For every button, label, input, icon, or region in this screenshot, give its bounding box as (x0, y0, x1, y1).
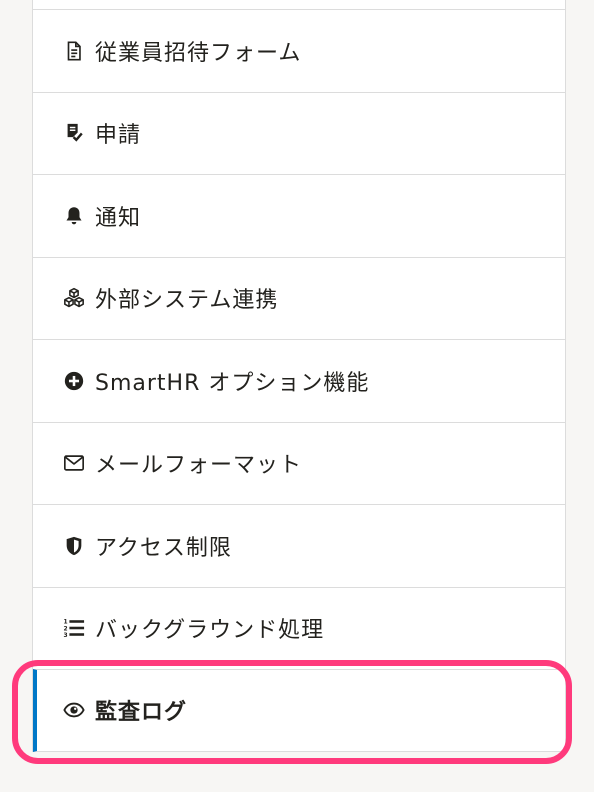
menu-item-label: 従業員招待フォーム (95, 40, 302, 66)
menu-item-label: メールフォーマット (95, 453, 303, 479)
svg-text:1: 1 (63, 619, 67, 626)
menu-item-audit-log[interactable]: 監査ログ (33, 669, 565, 752)
menu-item-employee-invite-form[interactable]: 従業員招待フォーム (33, 9, 565, 92)
bell-icon (62, 204, 86, 228)
menu-item-label: 通知 (95, 205, 142, 231)
numbered-list-icon: 1 2 3 (62, 616, 86, 640)
settings-menu: 従業員招待フォーム 申請 通知 外部システム連携 SmartHR オプション機能… (32, 0, 566, 752)
svg-text:2: 2 (63, 626, 67, 633)
menu-item-label: 申請 (95, 123, 142, 149)
menu-item-partial[interactable] (33, 0, 565, 9)
menu-item-mail-format[interactable]: メールフォーマット (33, 421, 565, 504)
menu-item-label: 監査ログ (95, 700, 188, 726)
menu-item-background-jobs[interactable]: 1 2 3 バックグラウンド処理 (33, 586, 565, 669)
menu-item-label: アクセス制限 (95, 535, 232, 561)
menu-item-notifications[interactable]: 通知 (33, 174, 565, 257)
menu-item-smarthr-options[interactable]: SmartHR オプション機能 (33, 339, 565, 422)
menu-item-access-restriction[interactable]: アクセス制限 (33, 504, 565, 587)
menu-item-label: 外部システム連携 (95, 288, 279, 314)
svg-text:3: 3 (63, 632, 67, 639)
menu-item-external-integrations[interactable]: 外部システム連携 (33, 256, 565, 339)
document-icon (62, 39, 86, 63)
shield-icon (62, 534, 86, 558)
menu-item-label: バックグラウンド処理 (95, 618, 325, 644)
plus-circle-icon (62, 369, 86, 393)
menu-item-label: SmartHR オプション機能 (95, 370, 370, 396)
eye-icon (62, 698, 86, 722)
menu-item-requests[interactable]: 申請 (33, 91, 565, 174)
envelope-icon (62, 451, 86, 475)
cubes-icon (62, 286, 86, 310)
request-check-icon (62, 121, 86, 145)
